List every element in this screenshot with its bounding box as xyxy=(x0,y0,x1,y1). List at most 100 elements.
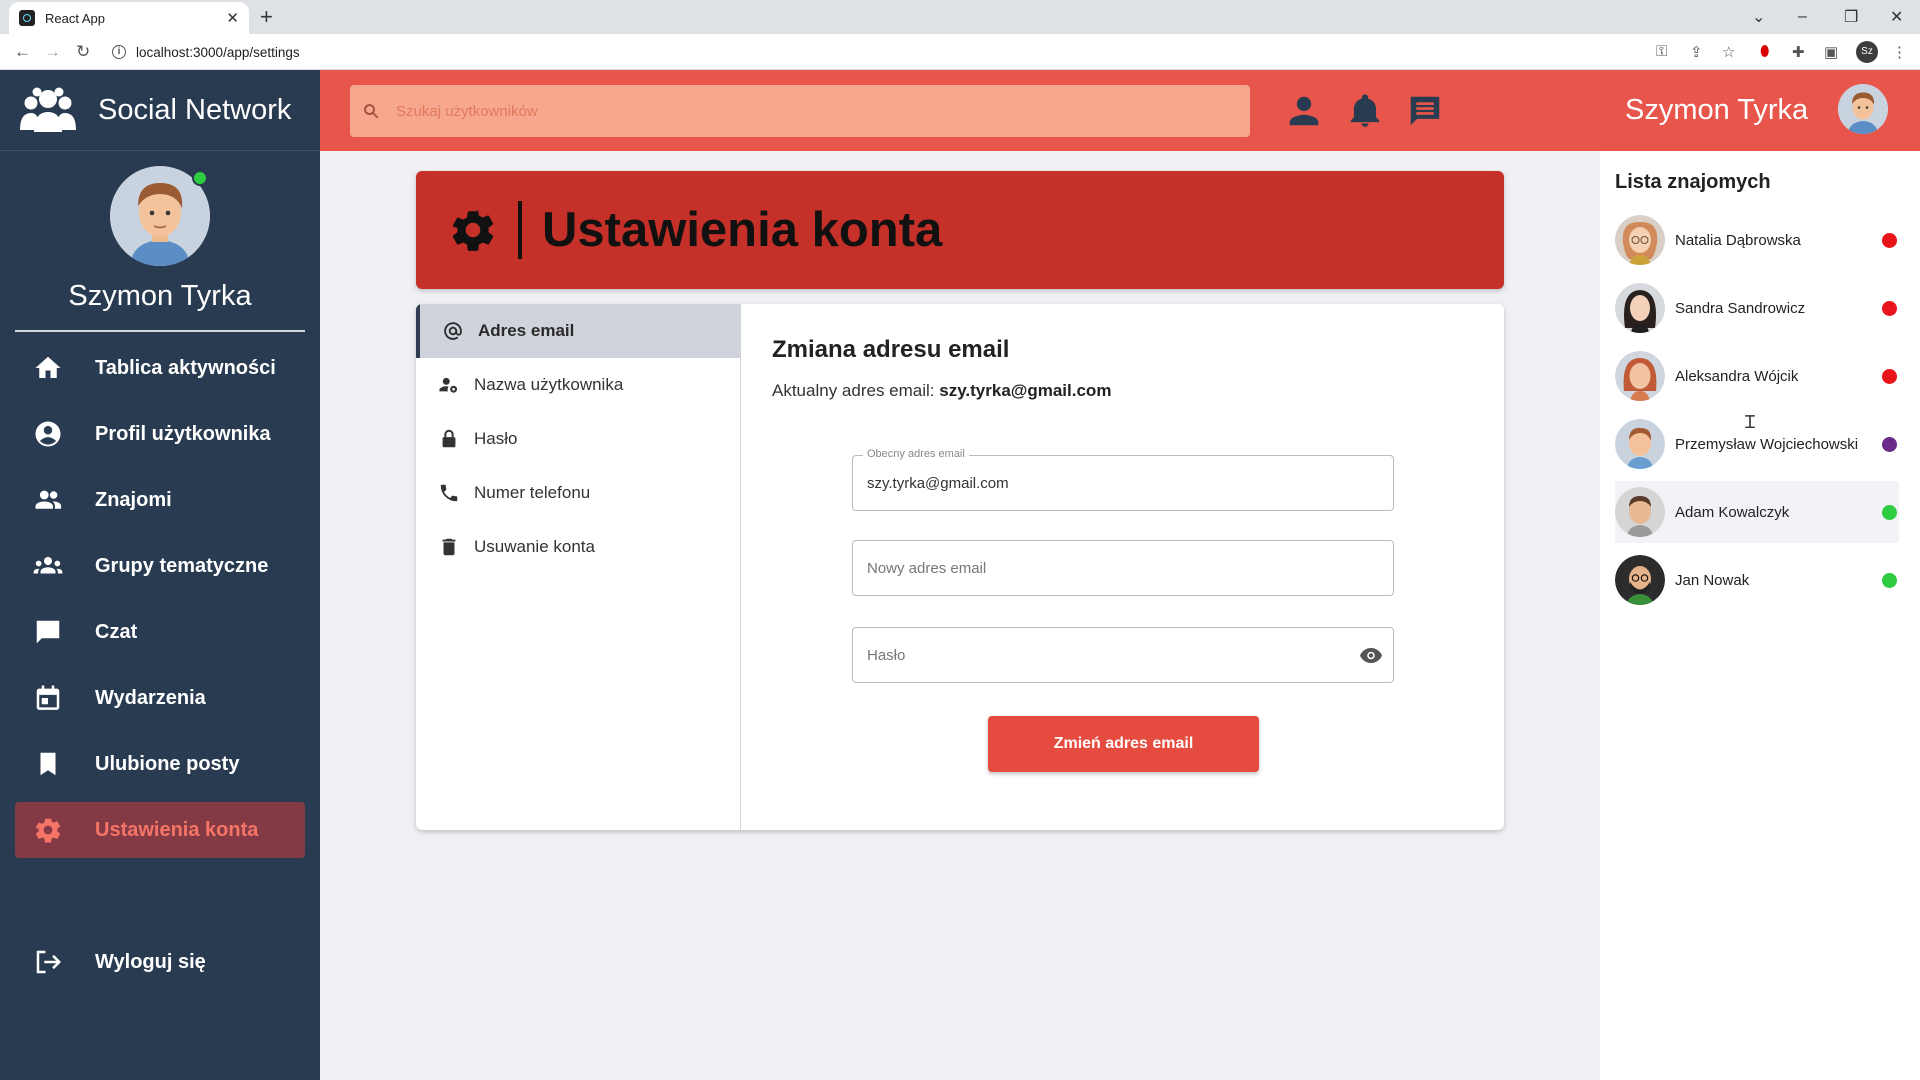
friend-name: Jan Nowak xyxy=(1675,571,1750,589)
avatar xyxy=(1615,215,1665,265)
sidebar-item-label: Ustawienia konta xyxy=(95,818,259,841)
tab-close-icon[interactable]: ✕ xyxy=(226,9,239,27)
top-header: Szukaj użytkowników Szymon Tyrka xyxy=(320,70,1920,151)
sidebar-item-favorite-posts[interactable]: Ulubione posty xyxy=(15,736,305,792)
current-email-value: szy.tyrka@gmail.com xyxy=(939,381,1112,400)
friend-item[interactable]: Sandra Sandrowicz xyxy=(1615,277,1899,339)
lock-icon xyxy=(442,429,456,448)
header-avatar[interactable] xyxy=(1838,84,1888,134)
person-icon[interactable] xyxy=(1285,92,1323,130)
settings-gear-icon xyxy=(452,210,494,251)
settings-card: Adres email Nazwa użytkownika Hasło Nume… xyxy=(416,304,1504,830)
opera-extension-icon[interactable]: ⬮ xyxy=(1760,43,1769,60)
groups-icon xyxy=(33,557,63,574)
sidebar-item-groups[interactable]: Grupy tematyczne xyxy=(15,538,305,594)
browser-tab[interactable]: React App ✕ xyxy=(9,2,249,34)
tab-search-chevron-icon[interactable]: ⌄ xyxy=(1752,0,1765,34)
sidebar-item-account-settings[interactable]: Ustawienia konta xyxy=(15,802,305,858)
friend-item[interactable]: Przemysław Wojciechowski xyxy=(1615,413,1899,475)
header-username[interactable]: Szymon Tyrka xyxy=(1625,94,1808,127)
settings-nav-username[interactable]: Nazwa użytkownika xyxy=(416,358,741,412)
search-placeholder: Szukaj użytkowników xyxy=(396,102,538,120)
react-favicon-icon xyxy=(19,10,35,26)
current-email-field-label: Obecny adres email xyxy=(863,448,969,460)
settings-nav-phone[interactable]: Numer telefonu xyxy=(416,466,741,520)
settings-nav-label: Hasło xyxy=(474,429,518,448)
password-field[interactable]: Hasło xyxy=(852,627,1394,683)
share-icon[interactable]: ⇪ xyxy=(1690,43,1703,61)
at-sign-icon xyxy=(444,322,462,340)
browser-tab-bar: React App ✕ + ⌄ – ❐ ✕ xyxy=(0,0,1920,34)
minimize-window-icon[interactable]: – xyxy=(1798,0,1807,34)
notifications-bell-icon[interactable] xyxy=(1346,92,1384,130)
change-email-button[interactable]: Zmień adres email xyxy=(988,716,1259,772)
avatar[interactable] xyxy=(110,166,210,266)
site-info-icon[interactable]: i xyxy=(112,45,126,59)
browser-address-bar: ← → ↻ i localhost:3000/app/settings ⚿ ⇪ … xyxy=(0,34,1920,70)
sidebar-item-chat[interactable]: Czat xyxy=(15,604,305,660)
search-icon xyxy=(364,104,379,119)
logout-button[interactable]: Wyloguj się xyxy=(15,934,305,990)
sidebar-item-label: Znajomi xyxy=(95,488,172,511)
chat-bubble-icon xyxy=(36,620,60,644)
settings-nav-password[interactable]: Hasło xyxy=(416,412,741,466)
friend-item[interactable]: Aleksandra Wójcik xyxy=(1615,345,1899,407)
browser-menu-icon[interactable]: ⋮ xyxy=(1892,43,1907,61)
messages-icon[interactable] xyxy=(1406,92,1444,130)
browser-profile-avatar[interactable]: Sz xyxy=(1856,41,1878,63)
text-cursor-icon: Ɪ xyxy=(1745,412,1756,432)
new-email-field[interactable]: Nowy adres email xyxy=(852,540,1394,596)
new-tab-button[interactable]: + xyxy=(260,4,273,30)
password-placeholder: Hasło xyxy=(867,646,906,664)
sidebar-item-label: Wydarzenia xyxy=(95,686,206,709)
sidebar-item-activity-feed[interactable]: Tablica aktywności xyxy=(15,340,305,396)
sidebar: Social Network Szymon Tyrka Tablica akty… xyxy=(0,70,320,1080)
friend-item[interactable]: Jan Nowak xyxy=(1615,549,1899,611)
settings-nav-email[interactable]: Adres email xyxy=(416,304,741,358)
bookmark-icon xyxy=(40,752,56,776)
forward-arrow-icon[interactable]: → xyxy=(44,42,61,62)
status-indicator xyxy=(1882,368,1897,384)
reload-icon[interactable]: ↻ xyxy=(76,42,90,62)
form-title: Zmiana adresu email xyxy=(772,336,1010,363)
friend-item[interactable]: Adam Kowalczyk xyxy=(1615,481,1899,543)
avatar xyxy=(1615,419,1665,469)
extensions-puzzle-icon[interactable]: ✚ xyxy=(1792,43,1805,61)
restore-window-icon[interactable]: ❐ xyxy=(1844,0,1858,34)
settings-nav-delete-account[interactable]: Usuwanie konta xyxy=(416,520,741,574)
sidebar-item-profile[interactable]: Profil użytkownika xyxy=(15,406,305,462)
friends-panel: Lista znajomych Natalia Dąbrowska Sandra… xyxy=(1600,151,1920,1080)
sidebar-item-label: Tablica aktywności xyxy=(95,356,276,379)
friend-name: Aleksandra Wójcik xyxy=(1675,367,1799,385)
key-icon[interactable]: ⚿ xyxy=(1656,43,1667,60)
status-indicator xyxy=(1882,232,1897,248)
status-indicator xyxy=(1882,300,1897,316)
status-indicator xyxy=(1882,572,1897,588)
friends-title: Lista znajomych xyxy=(1615,171,1771,193)
search-input[interactable]: Szukaj użytkowników xyxy=(350,85,1250,137)
logout-icon xyxy=(36,950,62,974)
sidebar-item-friends[interactable]: Znajomi xyxy=(15,472,305,528)
url-field[interactable]: i localhost:3000/app/settings xyxy=(112,38,1652,66)
back-arrow-icon[interactable]: ← xyxy=(14,42,31,62)
side-panel-icon[interactable]: ▣ xyxy=(1824,43,1838,61)
avatar xyxy=(1615,555,1665,605)
current-email-field[interactable]: Obecny adres email szy.tyrka@gmail.com xyxy=(852,448,1394,511)
person-settings-icon xyxy=(439,377,458,393)
brand[interactable]: Social Network xyxy=(0,70,320,151)
sidebar-item-events[interactable]: Wydarzenia xyxy=(15,670,305,726)
sidebar-username: Szymon Tyrka xyxy=(68,280,252,312)
bookmark-star-icon[interactable]: ☆ xyxy=(1722,43,1735,61)
sidebar-item-label: Profil użytkownika xyxy=(95,422,271,445)
avatar xyxy=(1615,487,1665,537)
sidebar-item-label: Grupy tematyczne xyxy=(95,554,269,577)
url-text: localhost:3000/app/settings xyxy=(136,44,300,60)
current-email-label: Aktualny adres email: xyxy=(772,381,935,400)
friend-name: Adam Kowalczyk xyxy=(1675,503,1790,521)
show-password-eye-icon[interactable] xyxy=(1359,645,1383,665)
online-status-indicator xyxy=(192,170,208,186)
sidebar-item-label: Ulubione posty xyxy=(95,752,240,775)
close-window-icon[interactable]: ✕ xyxy=(1890,0,1903,34)
avatar xyxy=(1615,283,1665,333)
friend-item[interactable]: Natalia Dąbrowska xyxy=(1615,209,1899,271)
